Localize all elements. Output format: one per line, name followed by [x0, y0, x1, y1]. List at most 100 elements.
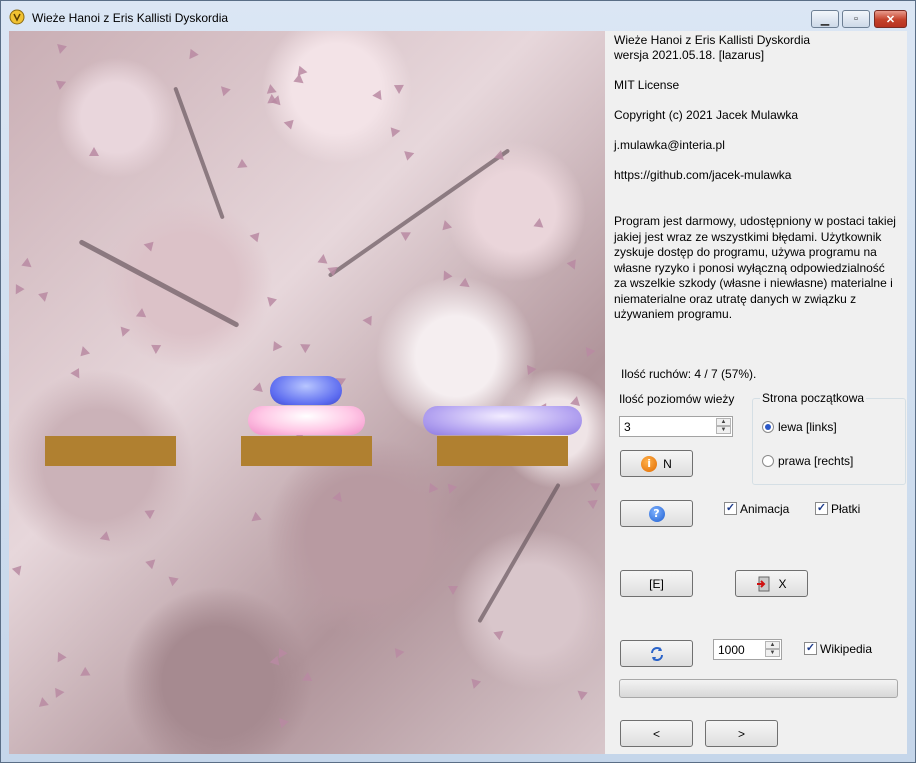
petal	[282, 117, 294, 130]
petal	[144, 505, 158, 520]
help-icon: ?	[648, 505, 665, 522]
petal	[77, 666, 91, 681]
radio-right-label[interactable]: prawa [rechts]	[778, 454, 853, 468]
levels-spinner[interactable]: 3 ▲ ▼	[619, 416, 733, 437]
animation-label[interactable]: Animacja	[740, 502, 789, 516]
petal	[265, 296, 277, 309]
wikipedia-checkbox[interactable]: ✓	[804, 642, 817, 655]
peg-middle[interactable]	[241, 436, 372, 466]
exit-button-label: X	[778, 576, 787, 591]
petal	[317, 253, 329, 264]
petals-label[interactable]: Płatki	[831, 502, 860, 516]
close-button[interactable]: ✕	[874, 10, 907, 28]
speed-value: 1000	[718, 643, 745, 657]
radio-left[interactable]	[762, 421, 774, 433]
petal	[265, 83, 277, 94]
petal	[185, 48, 199, 63]
petal	[404, 148, 416, 161]
e-button[interactable]: [E]	[620, 570, 693, 597]
petal	[393, 84, 405, 95]
disk-small[interactable]	[270, 376, 342, 405]
petal	[493, 626, 507, 641]
exit-button[interactable]: X	[735, 570, 808, 597]
spin-down-icon[interactable]: ▼	[716, 426, 731, 434]
start-side-label: Strona początkowa	[760, 391, 867, 405]
title-bar[interactable]: Wieże Hanoi z Eris Kallisti Dyskordia ▁ …	[1, 1, 915, 31]
next-label: >	[737, 726, 745, 741]
new-game-button[interactable]: i N	[620, 450, 693, 477]
petal	[448, 586, 458, 595]
background-branch	[327, 148, 511, 278]
petal	[459, 277, 473, 292]
control-panel: Wieże Hanoi z Eris Kallisti Dyskordia we…	[605, 31, 907, 754]
close-icon: ✕	[885, 13, 896, 26]
game-board[interactable]	[9, 31, 605, 754]
help-button[interactable]: ?	[620, 500, 693, 527]
moves-counter: Ilość ruchów: 4 / 7 (57%).	[621, 367, 757, 381]
previous-label: <	[652, 726, 660, 741]
petal	[394, 646, 406, 659]
minimize-button[interactable]: ▁	[811, 10, 839, 28]
peg-left[interactable]	[45, 436, 176, 466]
petal	[248, 230, 260, 243]
next-button[interactable]: >	[705, 720, 778, 747]
spin-up-icon[interactable]: ▲	[765, 641, 780, 649]
petal	[362, 315, 372, 326]
refresh-icon	[650, 646, 663, 661]
about-title: Wieże Hanoi z Eris Kallisti Dyskordia	[614, 33, 811, 47]
speed-spinner[interactable]: 1000 ▲ ▼	[713, 639, 782, 660]
window-title: Wieże Hanoi z Eris Kallisti Dyskordia	[32, 11, 229, 25]
petal	[494, 148, 506, 161]
petals-checkbox[interactable]: ✓	[815, 502, 828, 515]
petal	[390, 125, 402, 138]
info-icon: i	[641, 455, 658, 472]
previous-button[interactable]: <	[620, 720, 693, 747]
maximize-button[interactable]: ▫	[842, 10, 870, 28]
levels-label: Ilość poziomów wieży	[619, 392, 735, 406]
peg-right[interactable]	[437, 436, 568, 466]
petal	[574, 686, 588, 701]
minimize-icon: ▁	[820, 13, 830, 26]
progress-bar	[619, 679, 898, 698]
petal	[217, 82, 231, 97]
petal	[587, 495, 601, 510]
animation-checkbox[interactable]: ✓	[724, 502, 737, 515]
client-area: Wieże Hanoi z Eris Kallisti Dyskordia we…	[9, 31, 907, 754]
background-branch	[78, 239, 240, 328]
levels-value: 3	[624, 420, 631, 434]
petal	[570, 395, 582, 406]
petal	[566, 259, 580, 272]
petal	[439, 268, 453, 281]
spin-up-icon[interactable]: ▲	[716, 418, 731, 426]
petal	[150, 344, 162, 355]
about-copyright: Copyright (c) 2021 Jacek Mulawka	[614, 108, 799, 122]
background-branch	[173, 86, 225, 220]
disk-medium[interactable]	[248, 406, 365, 435]
radio-left-label[interactable]: lewa [links]	[778, 420, 837, 434]
petal	[332, 491, 346, 506]
wikipedia-label[interactable]: Wikipedia	[820, 642, 872, 656]
disk-large[interactable]	[423, 406, 582, 435]
petal	[145, 555, 159, 570]
about-version: wersja 2021.05.18. [lazarus]	[614, 48, 765, 62]
about-url: https://github.com/jacek-mulawka	[614, 168, 792, 182]
petal	[275, 714, 289, 729]
petal	[55, 77, 69, 90]
radio-right[interactable]	[762, 455, 774, 467]
petal	[439, 218, 453, 231]
petal	[268, 655, 280, 668]
petal	[400, 227, 414, 242]
petal	[251, 382, 263, 395]
about-license: MIT License	[614, 78, 680, 92]
petal	[117, 326, 131, 339]
petal	[527, 364, 537, 375]
start-side-group: Strona początkowa lewa [links] prawa [re…	[752, 391, 906, 485]
petal	[585, 345, 597, 358]
spin-down-icon[interactable]: ▼	[765, 649, 780, 657]
refresh-button[interactable]	[620, 640, 693, 667]
petal	[587, 478, 601, 493]
maximize-icon: ▫	[854, 13, 858, 25]
petal	[372, 89, 386, 104]
app-window: Wieże Hanoi z Eris Kallisti Dyskordia ▁ …	[0, 0, 916, 763]
petal	[55, 43, 67, 56]
